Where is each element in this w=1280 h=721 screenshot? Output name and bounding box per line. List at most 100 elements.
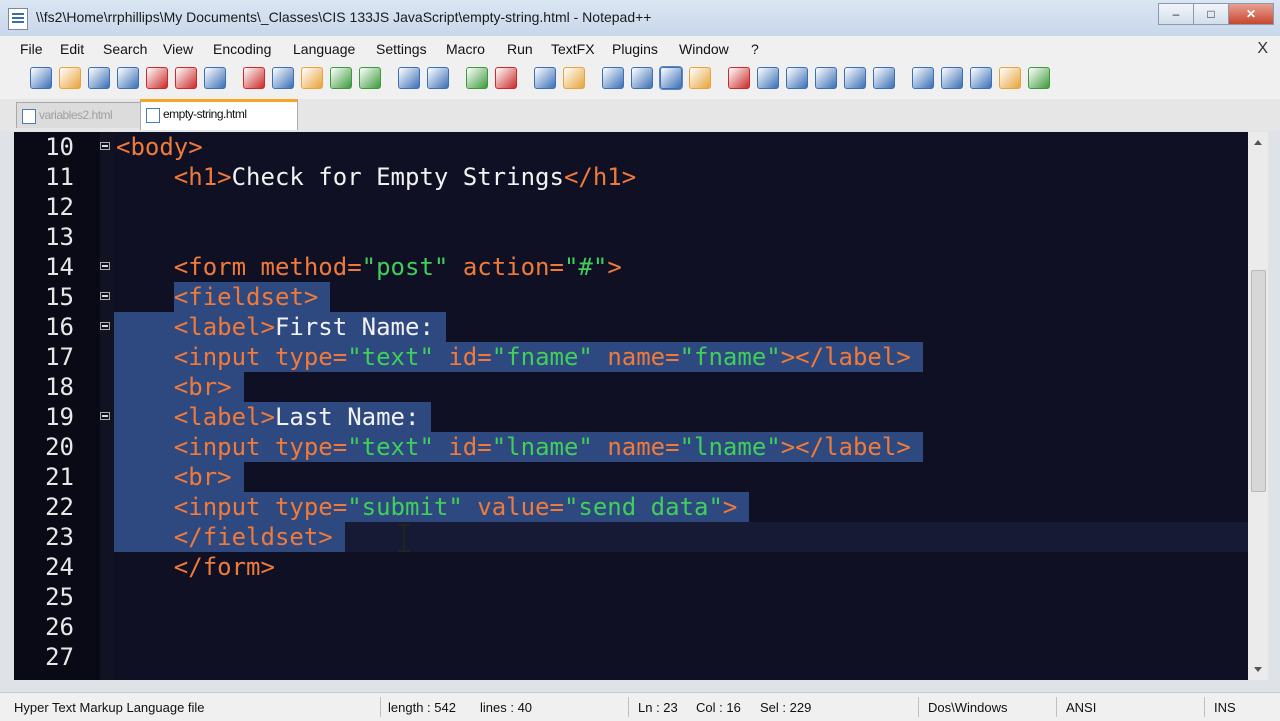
code-line: 27 (14, 642, 1248, 672)
code-token: = (549, 493, 564, 521)
close-all-icon[interactable] (175, 67, 197, 89)
fold-toggle-icon[interactable] (100, 142, 110, 150)
notepadpp-app-icon[interactable] (8, 8, 28, 30)
status-sel: Sel : 229 (760, 700, 812, 715)
code-text: <input type="submit" value="send data"> (116, 492, 738, 522)
line-number: 15 (45, 283, 74, 311)
new-icon[interactable] (30, 67, 52, 89)
menu-search[interactable]: Search (103, 41, 147, 57)
menu-file[interactable]: File (20, 41, 43, 57)
word-wrap-icon[interactable] (602, 67, 624, 89)
code-token: <form (173, 253, 261, 281)
status-ln: Ln : 23 (638, 700, 678, 715)
menu-help[interactable]: ? (751, 41, 759, 57)
sync-vertical-icon[interactable] (534, 67, 556, 89)
copy-icon[interactable] (272, 67, 294, 89)
code-token: "fname" (679, 343, 781, 371)
menu-run[interactable]: Run (507, 41, 533, 57)
trim-icon[interactable] (873, 67, 895, 89)
code-token: name (607, 343, 666, 371)
line-number: 21 (45, 463, 74, 491)
code-line: 11 <h1>Check for Empty Strings</h1> (14, 162, 1248, 192)
close-icon[interactable] (146, 67, 168, 89)
menu-encoding[interactable]: Encoding (213, 41, 271, 57)
title-bar: \\fs2\Home\rrphillips\My Documents\_Clas… (0, 0, 1280, 37)
scroll-up-icon[interactable] (1254, 140, 1262, 145)
minimize-button[interactable]: – (1158, 3, 1194, 25)
code-token: </fieldset> (173, 523, 333, 551)
code-token: = (477, 343, 492, 371)
menu-textfx[interactable]: TextFX (551, 41, 595, 57)
tab-empty-string[interactable]: empty-string.html (140, 99, 298, 130)
find-icon[interactable] (398, 67, 420, 89)
save-all-icon[interactable] (117, 67, 139, 89)
check-icon[interactable] (1028, 67, 1050, 89)
code-line: 10 <body> (14, 132, 1248, 162)
line-number: 16 (45, 313, 74, 341)
line-number: 20 (45, 433, 74, 461)
code-token: "text" (347, 343, 434, 371)
menu-bar: File Edit Search View Encoding Language … (0, 36, 1280, 61)
code-token: <fieldset> (173, 283, 319, 311)
status-length: length : 542 (388, 700, 456, 715)
replace-icon[interactable] (427, 67, 449, 89)
menu-edit[interactable]: Edit (60, 41, 84, 57)
save-icon[interactable] (88, 67, 110, 89)
undo-icon[interactable] (330, 67, 352, 89)
scroll-down-icon[interactable] (1254, 667, 1262, 672)
spell-check-icon[interactable] (999, 67, 1021, 89)
down-icon[interactable] (941, 67, 963, 89)
code-token: = (332, 343, 348, 371)
vertical-scrollbar[interactable] (1248, 132, 1268, 680)
sync-horizontal-icon[interactable] (563, 67, 585, 89)
code-text: <label>Last Name: (116, 402, 420, 432)
code-editor[interactable]: 10 <body> 11 <h1>Check for Empty Strings</… (14, 132, 1268, 680)
zoom-in-icon[interactable] (466, 67, 488, 89)
fold-toggle-icon[interactable] (100, 412, 110, 420)
user-lang-icon[interactable] (689, 67, 711, 89)
zoom-out-icon[interactable] (495, 67, 517, 89)
code-token: First Name: (274, 313, 434, 341)
save-macro-icon[interactable] (844, 67, 866, 89)
fold-toggle-icon[interactable] (100, 262, 110, 270)
menu-plugins[interactable]: Plugins (612, 41, 658, 57)
paste-icon[interactable] (301, 67, 323, 89)
status-bar: Hyper Text Markup Language file length :… (0, 692, 1280, 721)
menu-language[interactable]: Language (293, 41, 355, 57)
fold-toggle-icon[interactable] (100, 322, 110, 330)
status-encoding: ANSI (1066, 700, 1097, 715)
menu-macro[interactable]: Macro (446, 41, 485, 57)
code-line: 22 <input type="submit" value="send data… (14, 492, 1248, 522)
show-all-chars-icon[interactable] (631, 67, 653, 89)
menu-settings[interactable]: Settings (376, 41, 427, 57)
scrollbar-thumb[interactable] (1251, 270, 1266, 492)
up-icon[interactable] (912, 67, 934, 89)
close-window-button[interactable]: ✕ (1228, 3, 1274, 25)
code-text: <label>First Name: (116, 312, 434, 342)
menu-view[interactable]: View (163, 41, 193, 57)
code-token: "post" (361, 253, 449, 281)
divider (918, 697, 919, 717)
menu-window[interactable]: Window (679, 41, 729, 57)
close-document-icon[interactable]: X (1257, 40, 1268, 58)
open-icon[interactable] (59, 67, 81, 89)
divider (1056, 697, 1057, 717)
code-line: 26 (14, 612, 1248, 642)
redo-icon[interactable] (359, 67, 381, 89)
stop-macro-icon[interactable] (757, 67, 779, 89)
record-macro-icon[interactable] (728, 67, 750, 89)
indent-guide-icon[interactable] (659, 66, 683, 90)
code-token: Check for Empty Strings (231, 163, 564, 191)
fold-toggle-icon[interactable] (100, 292, 110, 300)
cut-icon[interactable] (243, 67, 265, 89)
run-macro-multiple-icon[interactable] (815, 67, 837, 89)
print-icon[interactable] (204, 67, 226, 89)
line-number: 26 (45, 613, 74, 641)
tab-variables2[interactable]: variables2.html (16, 102, 156, 128)
line-number: 17 (45, 343, 74, 371)
line-number: 23 (45, 523, 74, 551)
maximize-button[interactable]: □ (1193, 3, 1229, 25)
code-token: method (260, 253, 348, 281)
play-macro-icon[interactable] (786, 67, 808, 89)
collapse-icon[interactable] (970, 67, 992, 89)
